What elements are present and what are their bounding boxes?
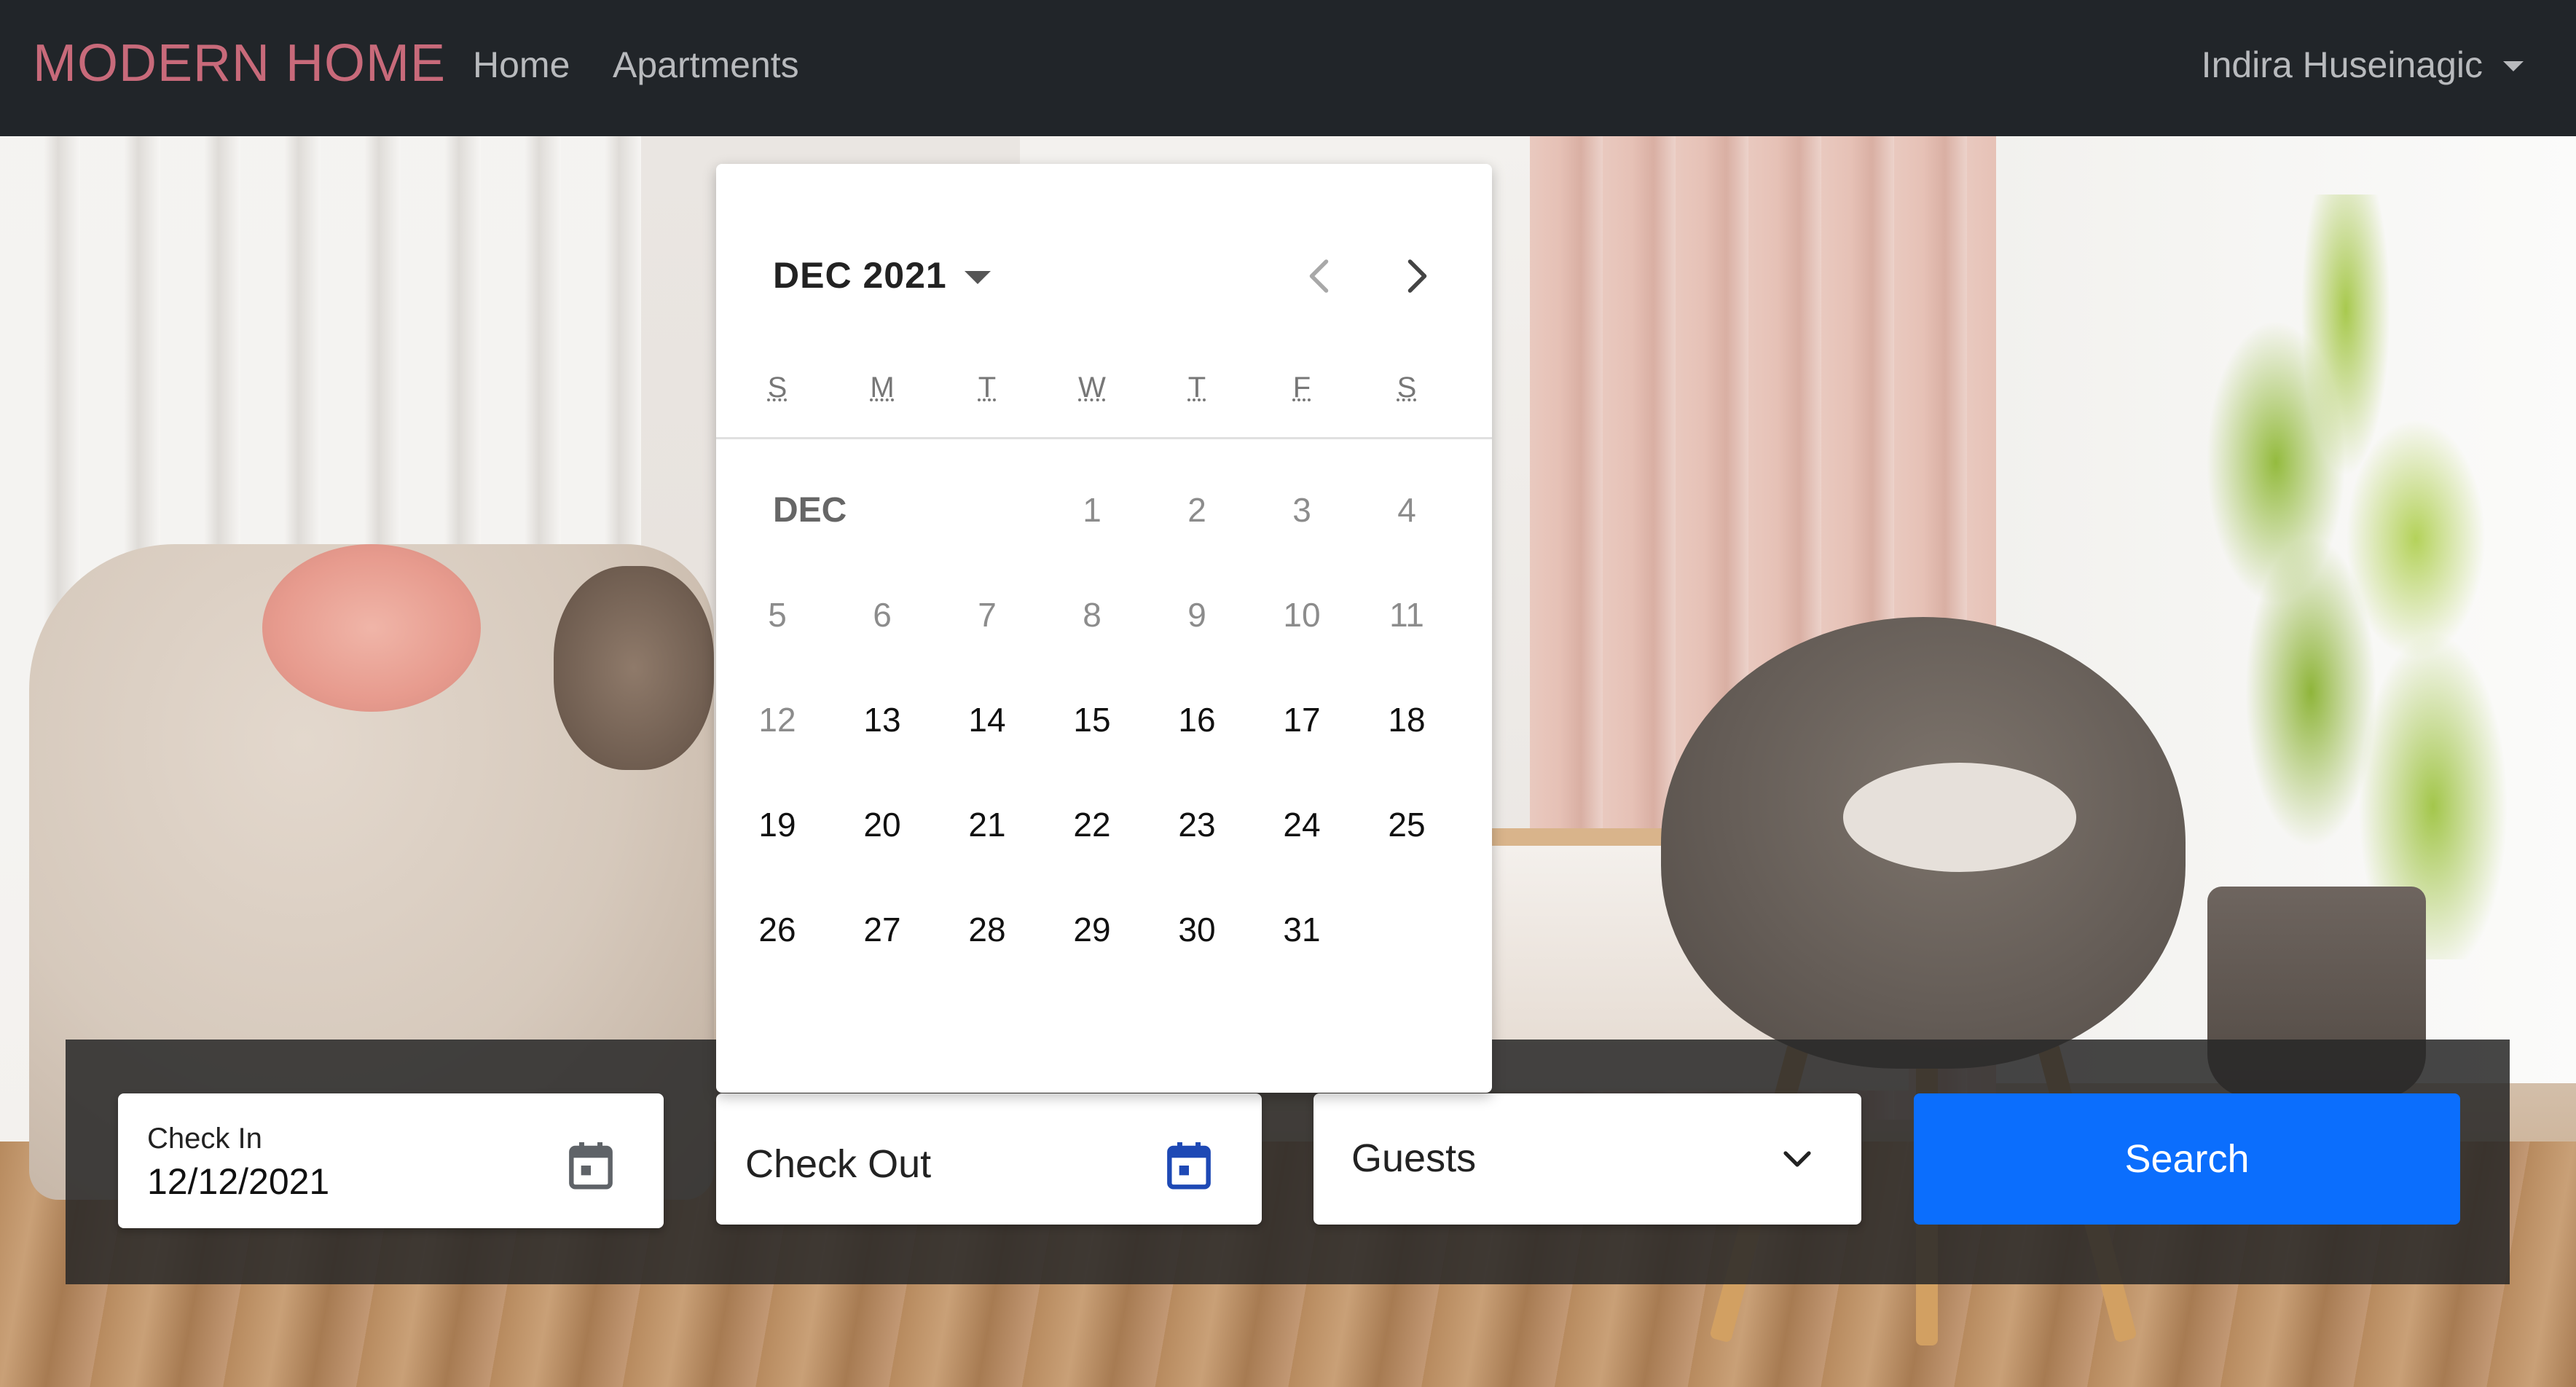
decor-plant — [2171, 195, 2521, 959]
chevron-right-icon[interactable] — [1394, 254, 1437, 298]
caret-down-icon — [964, 271, 991, 284]
weekday-label: M — [870, 372, 895, 404]
navbar: MODERN HOME Home Apartments Indira Husei… — [0, 0, 2576, 136]
calendar-day: 12 — [758, 701, 796, 739]
chevron-down-icon — [1783, 1151, 1811, 1167]
divider — [716, 437, 1492, 439]
calendar-day: 11 — [1389, 596, 1424, 634]
guests-label: Guests — [1351, 1136, 1477, 1180]
chevron-left-icon[interactable] — [1299, 254, 1343, 298]
checkout-field[interactable]: Check Out — [716, 1093, 1262, 1225]
calendar-icon[interactable] — [1166, 1140, 1212, 1191]
decor-pillow-fur — [554, 566, 714, 770]
weekday-label: T — [1187, 372, 1206, 404]
calendar-day[interactable]: 18 — [1363, 683, 1450, 756]
checkin-label: Check In — [147, 1123, 262, 1155]
weekday-label: F — [1292, 372, 1311, 404]
checkin-value[interactable]: 12/12/2021 — [147, 1160, 329, 1203]
calendar-day[interactable]: 24 — [1258, 788, 1346, 861]
calendar-day: 4 — [1397, 491, 1416, 529]
calendar-day[interactable]: 21 — [943, 788, 1031, 861]
calendar-day: 10 — [1283, 596, 1321, 634]
calendar-day: 5 — [768, 596, 787, 634]
nav-link-apartments[interactable]: Apartments — [613, 44, 799, 86]
calendar-day[interactable]: 29 — [1048, 893, 1136, 966]
calendar-icon[interactable] — [568, 1140, 614, 1191]
user-name: Indira Huseinagic — [2201, 44, 2483, 85]
calendar-day[interactable]: 22 — [1048, 788, 1136, 861]
calendar-day: 2 — [1187, 491, 1206, 529]
decor-chair-hole — [1843, 763, 2076, 872]
calendar-day: 7 — [978, 596, 997, 634]
calendar-day[interactable]: 26 — [734, 893, 821, 966]
user-menu[interactable]: Indira Huseinagic — [2202, 44, 2524, 86]
calendar-day[interactable]: 13 — [839, 683, 926, 756]
calendar-day[interactable]: 28 — [943, 893, 1031, 966]
calendar-day[interactable]: 31 — [1258, 893, 1346, 966]
calendar-day: 1 — [1083, 491, 1102, 529]
calendar-day: 9 — [1187, 596, 1206, 634]
nav-link-home[interactable]: Home — [473, 44, 570, 86]
checkout-label: Check Out — [745, 1142, 932, 1186]
calendar-day[interactable]: 15 — [1048, 683, 1136, 756]
calendar-day: 8 — [1083, 596, 1102, 634]
calendar-day[interactable]: 19 — [734, 788, 821, 861]
datepicker-popup: DEC 2021 S M T W T F S DEC 1 2 3 4 5 6 7 8 9 10 11… — [716, 164, 1492, 1093]
caret-down-icon — [2503, 61, 2524, 71]
weekday-label: W — [1078, 372, 1106, 404]
calendar-day[interactable]: 20 — [839, 788, 926, 861]
brand-logo[interactable]: MODERN HOME — [33, 34, 446, 93]
month-year-selector[interactable]: DEC 2021 — [773, 254, 991, 296]
guests-select[interactable]: Guests — [1313, 1093, 1861, 1225]
decor-pillow — [262, 544, 481, 712]
calendar-day: 6 — [873, 596, 892, 634]
weekday-header-row: S M T W T F S — [716, 372, 1492, 415]
calendar-day[interactable]: 16 — [1153, 683, 1241, 756]
weekday-label: T — [978, 372, 997, 404]
calendar-day[interactable]: 30 — [1153, 893, 1241, 966]
calendar-day: 3 — [1292, 491, 1311, 529]
checkin-field[interactable]: Check In 12/12/2021 — [118, 1093, 664, 1228]
calendar-day[interactable]: 25 — [1363, 788, 1450, 861]
weekday-label: S — [1397, 372, 1417, 404]
calendar-day[interactable]: 17 — [1258, 683, 1346, 756]
month-year-label: DEC 2021 — [773, 255, 947, 296]
weekday-label: S — [767, 372, 788, 404]
calendar-day[interactable]: 23 — [1153, 788, 1241, 861]
month-row-label: DEC — [773, 491, 847, 530]
calendar-day[interactable]: 27 — [839, 893, 926, 966]
search-button[interactable]: Search — [1914, 1093, 2460, 1225]
calendar-day[interactable]: 14 — [943, 683, 1031, 756]
